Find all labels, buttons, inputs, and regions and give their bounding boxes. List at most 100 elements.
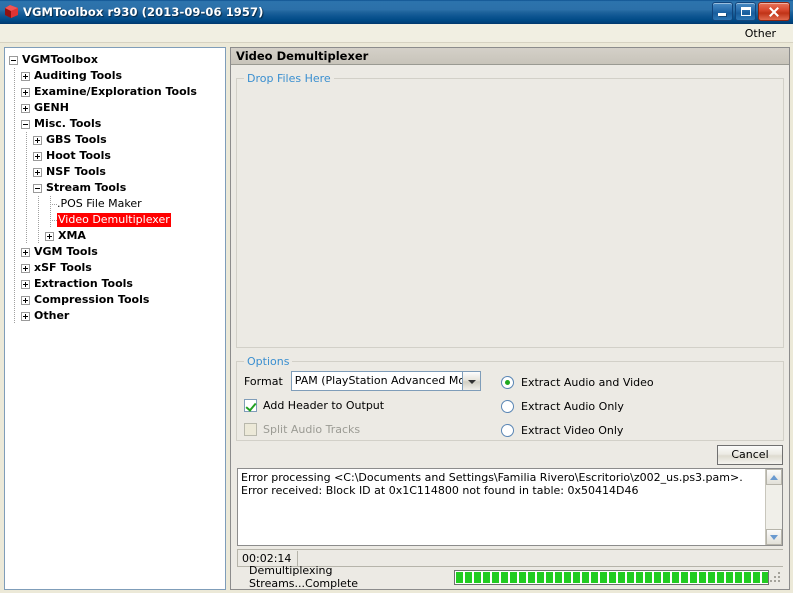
split-audio-checkbox-row: Split Audio Tracks [244,417,489,441]
progress-segment [582,571,590,583]
red-box-icon [3,3,20,20]
expand-icon[interactable] [21,295,30,305]
tree-item-label: VGM Tools [34,245,98,258]
tree-item-label: NSF Tools [46,165,106,178]
tree-indent [9,260,21,276]
status-bar: Demultiplexing Streams...Complete [237,564,783,589]
extract-audio-only-radio[interactable] [501,399,514,413]
progress-segment [555,571,563,583]
drop-files-zone[interactable]: Drop Files Here [236,72,784,348]
tree-indent [9,276,21,292]
tree-item-video-demultiplexer[interactable]: Video Demultiplexer [9,212,225,228]
tree-indent [9,212,21,228]
tree-item-vgm-tools[interactable]: VGM Tools [9,244,225,260]
tree-indent [21,164,33,180]
collapse-icon[interactable] [21,119,30,129]
add-header-checkbox-row[interactable]: Add Header to Output [244,393,489,417]
tree-item-other[interactable]: Other [9,308,225,324]
cancel-button[interactable]: Cancel [717,445,783,465]
tree-item-genh[interactable]: GENH [9,100,225,116]
progress-segment [492,571,500,583]
progress-segment [681,571,689,583]
tree-item-hoot-tools[interactable]: Hoot Tools [9,148,225,164]
tree-item-stream-tools[interactable]: Stream Tools [9,180,225,196]
scroll-up-icon[interactable] [766,469,782,485]
expand-icon[interactable] [45,231,54,241]
tree-indent [9,148,21,164]
format-dropdown[interactable]: PAM (PlayStation Advanced Movie) [290,371,481,391]
expand-icon[interactable] [21,311,30,321]
close-button[interactable] [758,2,790,21]
expand-icon[interactable] [33,167,42,177]
tree-item-examine-exploration-tools[interactable]: Examine/Exploration Tools [9,84,225,100]
tree-item-xma[interactable]: XMA [9,228,225,244]
expand-icon[interactable] [21,87,30,97]
tree-item-misc-tools[interactable]: Misc. Tools [9,116,225,132]
tree-item-auditing-tools[interactable]: Auditing Tools [9,68,225,84]
progress-segment [654,571,662,583]
expand-icon[interactable] [33,151,42,161]
tree-item-gbs-tools[interactable]: GBS Tools [9,132,225,148]
progress-segment [753,571,761,583]
tree-indent [9,228,21,244]
options-left-column: Format PAM (PlayStation Advanced Movie) … [244,369,489,440]
tree-item-pos-file-maker[interactable]: .POS File Maker [9,196,225,212]
extract-video-only-radio[interactable] [501,423,514,437]
tree-item-extraction-tools[interactable]: Extraction Tools [9,276,225,292]
tree-item-xsf-tools[interactable]: xSF Tools [9,260,225,276]
application-window: VGMToolbox r930 (2013-09-06 1957) Other … [0,0,793,593]
progress-segment [672,571,680,583]
tree-item-vgmtoolbox[interactable]: VGMToolbox [9,52,225,68]
tree-indent [9,132,21,148]
tree-item-compression-tools[interactable]: Compression Tools [9,292,225,308]
maximize-icon [741,7,751,16]
tree-indent [9,84,21,100]
expand-icon[interactable] [33,135,42,145]
resize-grip[interactable] [769,571,781,583]
title-bar: VGMToolbox r930 (2013-09-06 1957) [0,0,793,24]
tree-item-label: Hoot Tools [46,149,111,162]
tree-indent [9,100,21,116]
menu-item-other[interactable]: Other [740,26,781,41]
progress-segment [465,571,473,583]
progress-segment [591,571,599,583]
tree-item-label: XMA [58,229,86,242]
extract-audio-video-radio[interactable] [501,375,514,389]
progress-segment [600,571,608,583]
extract-audio-video-label: Extract Audio and Video [521,375,654,389]
minimize-button[interactable] [712,2,733,21]
progress-segment [483,571,491,583]
tree-indent [9,164,21,180]
expand-icon[interactable] [21,247,30,257]
tree-indent [21,180,33,196]
tool-tree[interactable]: VGMToolbox Auditing Tools Examine/Explorat… [4,47,226,590]
extract-video-only-row[interactable]: Extract Video Only [501,418,654,442]
tree-indent [9,180,21,196]
expand-icon[interactable] [21,103,30,113]
tree-leaf-connector [45,212,57,228]
extract-audio-only-row[interactable]: Extract Audio Only [501,394,654,418]
log-scrollbar[interactable] [765,469,782,545]
expand-icon[interactable] [21,279,30,289]
progress-segment [717,571,725,583]
tree-indent [21,196,33,212]
tree-item-label: Stream Tools [46,181,127,194]
extract-audio-video-row[interactable]: Extract Audio and Video [501,370,654,394]
tree-item-nsf-tools[interactable]: NSF Tools [9,164,225,180]
collapse-icon[interactable] [9,55,18,65]
expand-icon[interactable] [21,71,30,81]
progress-segment [528,571,536,583]
maximize-button[interactable] [735,2,756,21]
add-header-checkbox[interactable] [244,398,257,412]
tree-item-label: .POS File Maker [57,197,142,210]
format-label: Format [244,374,283,388]
chevron-down-icon[interactable] [461,372,480,390]
minimize-icon [718,13,726,16]
log-output[interactable]: Error processing <C:\Documents and Setti… [237,468,783,546]
progress-segment [744,571,752,583]
tree-indent [21,148,33,164]
scroll-down-icon[interactable] [766,529,782,545]
tree-item-label: Misc. Tools [34,117,102,130]
collapse-icon[interactable] [33,183,42,193]
expand-icon[interactable] [21,263,30,273]
